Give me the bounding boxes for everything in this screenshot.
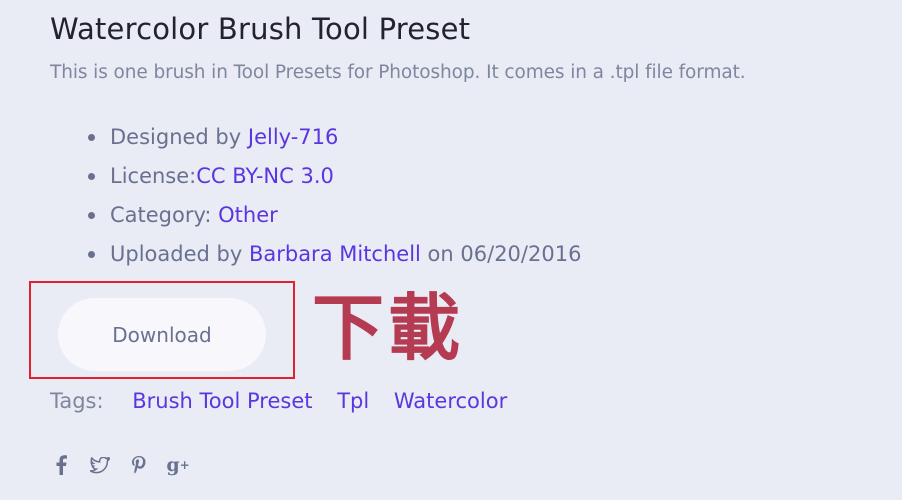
uploader-link[interactable]: Barbara Mitchell xyxy=(249,242,421,266)
designer-link[interactable]: Jelly-716 xyxy=(248,125,339,149)
category-link[interactable]: Other xyxy=(218,203,278,227)
pinterest-icon[interactable] xyxy=(128,452,150,478)
meta-designer: Designed by Jelly-716 xyxy=(88,118,581,157)
google-plus-icon[interactable]: g + xyxy=(166,452,189,478)
twitter-icon[interactable] xyxy=(89,452,111,478)
bullet-icon xyxy=(88,134,95,141)
license-link[interactable]: CC BY-NC 3.0 xyxy=(196,164,334,188)
social-share-bar: g + xyxy=(50,452,190,478)
meta-category: Category: Other xyxy=(88,196,581,235)
tag-link[interactable]: Tpl xyxy=(337,389,369,413)
license-label: License: xyxy=(110,164,197,188)
download-annotation: 下載 xyxy=(312,286,465,370)
meta-list: Designed by Jelly-716 License:CC BY-NC 3… xyxy=(50,118,581,274)
meta-uploader: Uploaded by Barbara Mitchell on 06/20/20… xyxy=(88,235,582,274)
meta-license: License:CC BY-NC 3.0 xyxy=(88,157,581,196)
bullet-icon xyxy=(88,251,95,258)
tags-row: Tags: Brush Tool Preset Tpl Watercolor xyxy=(50,389,507,413)
facebook-icon[interactable] xyxy=(50,452,72,478)
page-title: Watercolor Brush Tool Preset xyxy=(50,12,471,46)
upload-date: 06/20/2016 xyxy=(460,242,582,266)
download-button[interactable]: Download xyxy=(58,298,266,371)
category-label: Category: xyxy=(110,203,219,227)
bullet-icon xyxy=(88,212,95,219)
tags-label: Tags: xyxy=(50,389,104,413)
designed-by-label: Designed by xyxy=(110,125,248,149)
bullet-icon xyxy=(88,173,95,180)
uploaded-on-label: on xyxy=(420,242,461,266)
uploaded-by-label: Uploaded by xyxy=(110,242,249,266)
tag-link[interactable]: Brush Tool Preset xyxy=(132,389,312,413)
page-subtitle: This is one brush in Tool Presets for Ph… xyxy=(50,62,746,83)
tag-link[interactable]: Watercolor xyxy=(394,389,507,413)
